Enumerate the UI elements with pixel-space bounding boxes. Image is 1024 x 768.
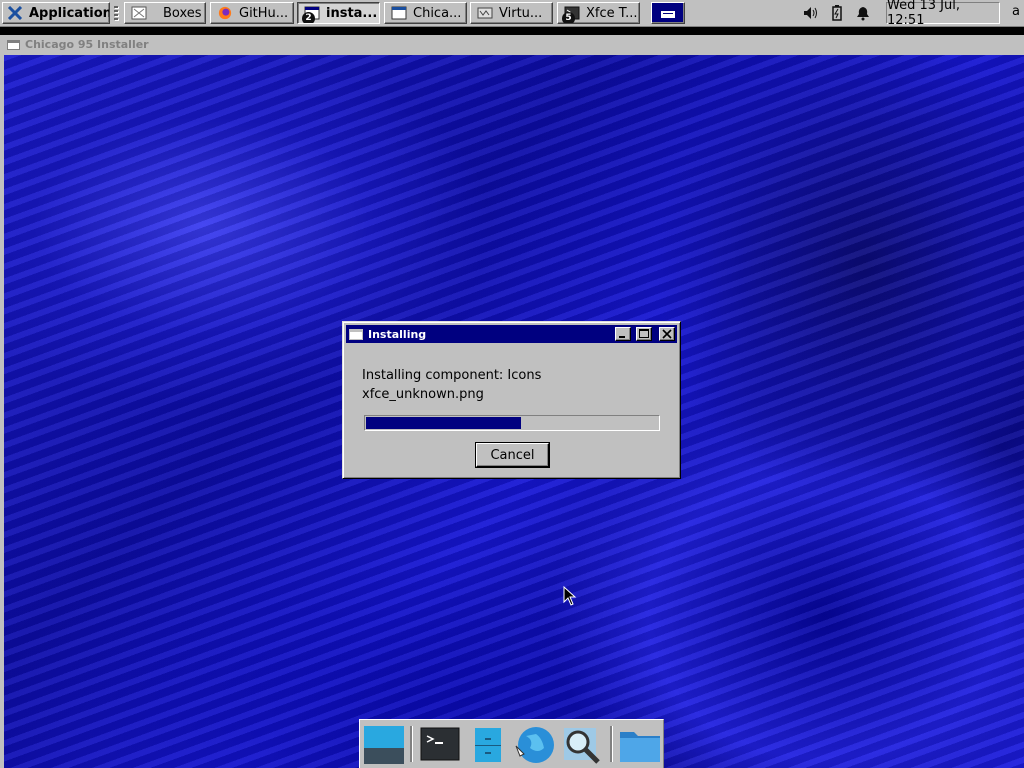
firefox-icon	[218, 6, 232, 20]
window-icon	[391, 6, 407, 20]
web-browser-icon[interactable]	[512, 724, 556, 766]
minimize-icon	[619, 336, 625, 338]
search-icon[interactable]	[560, 724, 604, 766]
notification-bell-icon[interactable]	[855, 5, 871, 21]
taskbar-item-github[interactable]: GitHu...	[210, 2, 294, 24]
show-desktop-button[interactable]	[651, 2, 685, 24]
xfce-logo-icon	[7, 6, 23, 20]
file-cabinet-icon[interactable]	[466, 724, 510, 766]
taskbar-label: insta...	[326, 5, 378, 21]
taskbar-item-chicago[interactable]: Chica...	[384, 2, 467, 24]
boxes-icon	[131, 6, 147, 20]
terminal-icon[interactable]	[418, 724, 462, 766]
desktop-icon[interactable]	[362, 724, 406, 766]
virtualbox-icon	[477, 7, 493, 19]
top-panel: Applications Boxes GitHu... 2 insta... C…	[0, 0, 1024, 28]
close-icon	[662, 329, 672, 339]
window-icon	[7, 39, 20, 50]
progress-bar	[364, 415, 660, 431]
taskbar-label: Xfce T...	[586, 5, 638, 21]
dialog-window-icon	[349, 328, 363, 340]
taskbar-item-virtualbox[interactable]: Virtu...	[470, 2, 553, 24]
maximize-icon	[639, 329, 649, 338]
current-file-text: xfce_unknown.png	[362, 387, 484, 402]
dock-separator	[410, 726, 412, 762]
installer-window-title: Chicago 95 Installer	[25, 38, 149, 51]
clock[interactable]: Wed 13 Jul, 12:51	[886, 0, 1000, 28]
show-desktop-icon	[661, 8, 675, 18]
installer-titlebar[interactable]: Chicago 95 Installer	[0, 35, 1024, 54]
applications-label: Applications	[29, 5, 109, 21]
dialog-titlebar[interactable]: Installing	[346, 325, 677, 343]
close-button[interactable]	[659, 327, 675, 341]
progress-fill	[366, 417, 521, 429]
panel-handle[interactable]	[113, 4, 119, 22]
user-menu[interactable]: a	[1012, 4, 1020, 19]
taskbar-item-boxes[interactable]: Boxes	[124, 2, 206, 24]
minimize-button[interactable]	[615, 327, 631, 341]
taskbar-label: Virtu...	[499, 5, 543, 21]
taskbar-badge: 5	[562, 12, 575, 23]
taskbar-label: GitHu...	[239, 5, 289, 21]
installing-component-text: Installing component: Icons	[362, 368, 542, 383]
installing-dialog: Installing Installing component: Icons x…	[342, 321, 681, 479]
taskbar-label: Boxes	[163, 5, 202, 21]
taskbar-item-installer[interactable]: 2 insta...	[297, 2, 380, 24]
taskbar-badge: 2	[302, 12, 315, 23]
taskbar-label: Chica...	[413, 5, 462, 21]
taskbar-item-terminal[interactable]: 5 Xfce T...	[557, 2, 640, 24]
volume-icon[interactable]	[802, 5, 818, 21]
folder-icon[interactable]	[618, 724, 662, 766]
cancel-button[interactable]: Cancel	[475, 442, 550, 468]
dock	[359, 719, 664, 768]
battery-icon[interactable]	[829, 5, 845, 21]
maximize-button[interactable]	[636, 327, 652, 341]
dialog-message: Installing component: Icons xfce_unknown…	[362, 366, 541, 404]
dock-separator	[610, 726, 612, 762]
applications-menu-button[interactable]: Applications	[2, 2, 110, 24]
mouse-cursor-icon	[563, 586, 577, 606]
dialog-title: Installing	[368, 327, 427, 341]
